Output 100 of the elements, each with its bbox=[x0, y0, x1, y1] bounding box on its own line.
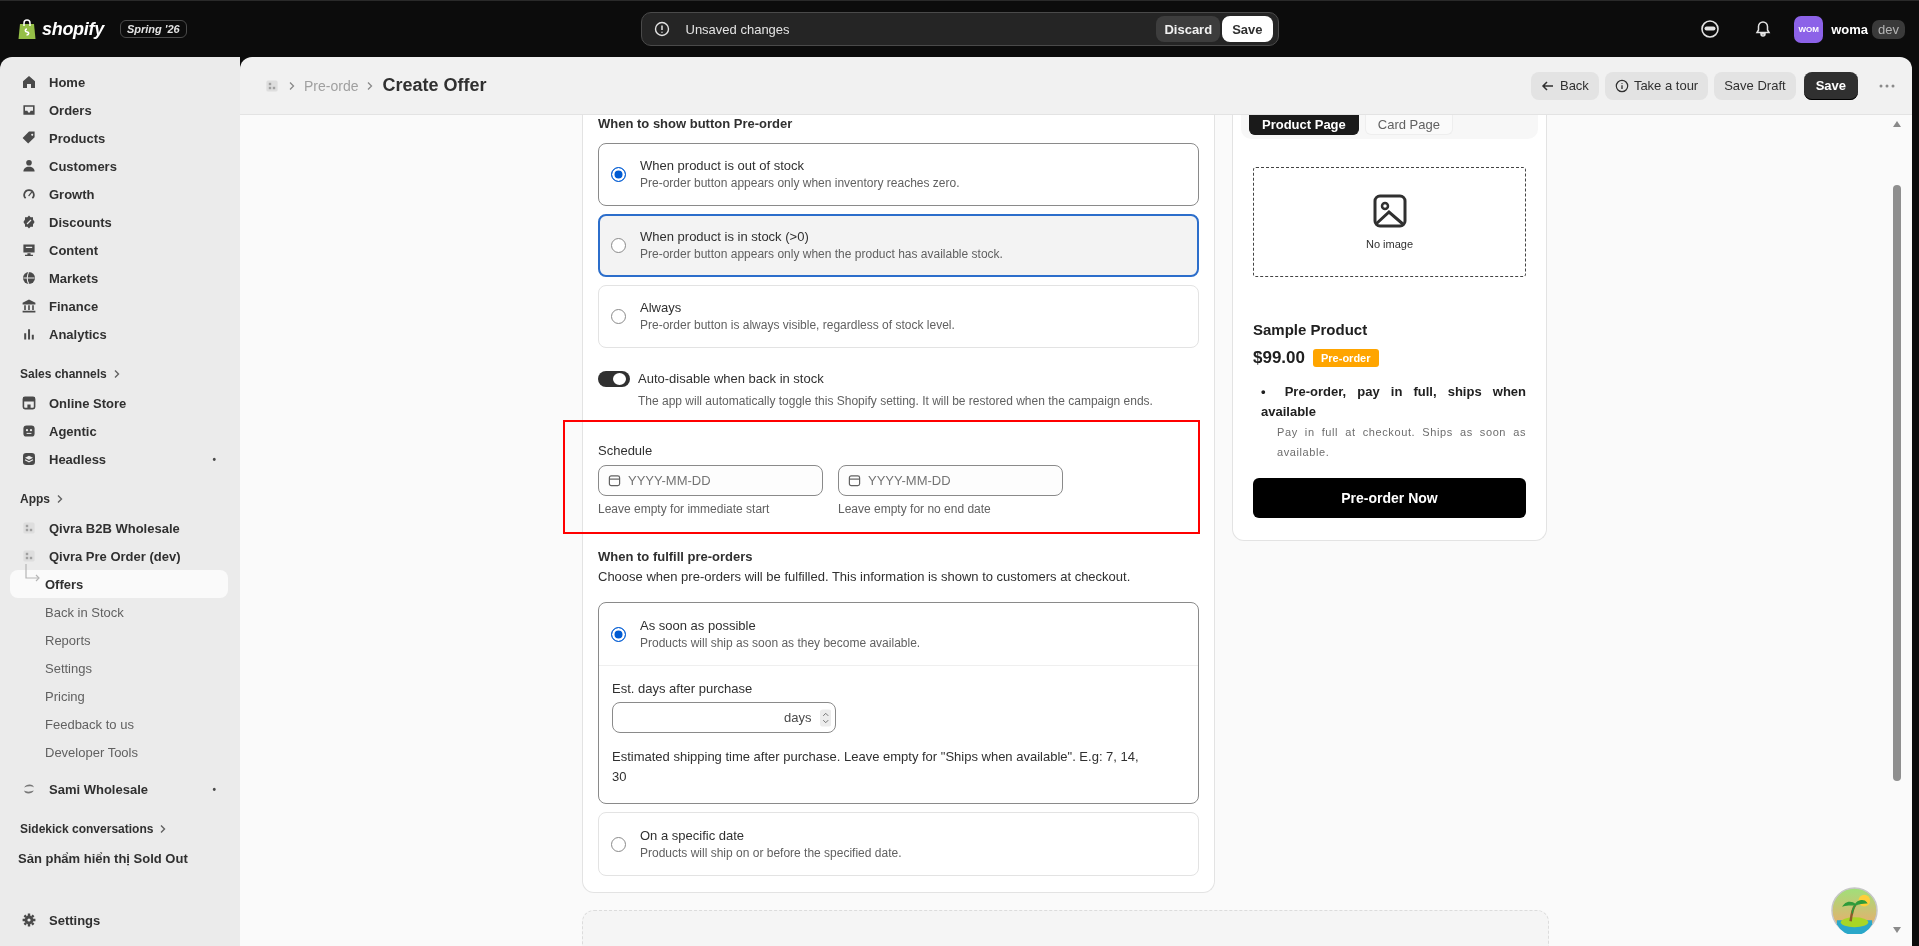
option-card[interactable]: Always Pre-order button is always visible, regardless of stock level. bbox=[598, 285, 1199, 348]
store-name[interactable]: woma bbox=[1831, 21, 1869, 37]
date-field[interactable]: YYYY-MM-DD bbox=[598, 465, 823, 496]
nav-item[interactable]: Offers bbox=[10, 570, 228, 598]
logo[interactable]: shopify bbox=[42, 18, 104, 40]
notice-text: Unsaved changes bbox=[685, 21, 791, 37]
product-price: $99.00 bbox=[1253, 348, 1305, 368]
island-icon[interactable] bbox=[1831, 887, 1878, 934]
discount-icon bbox=[21, 214, 37, 230]
pre-order-button[interactable]: Pre-order Now bbox=[1253, 478, 1526, 518]
app-icon bbox=[21, 520, 37, 536]
nav-item[interactable]: Developer Tools bbox=[10, 738, 228, 766]
layers-icon bbox=[21, 451, 37, 467]
option-card[interactable]: On a specific date Products will ship on or before the specified date. bbox=[598, 812, 1199, 876]
monitor-icon bbox=[21, 242, 37, 258]
radio-button[interactable] bbox=[611, 309, 626, 324]
bell-icon[interactable] bbox=[1754, 20, 1773, 38]
nav-item[interactable]: Feedback to us bbox=[10, 710, 228, 738]
tour-button[interactable]: Take a tour bbox=[1604, 71, 1709, 100]
nav-item[interactable]: Markets bbox=[10, 264, 228, 292]
home-icon bbox=[21, 74, 37, 90]
chevron-icon bbox=[288, 80, 296, 91]
option-title: As soon as possible bbox=[640, 616, 757, 635]
nav-item[interactable]: Analytics bbox=[10, 320, 228, 348]
nav-item[interactable]: Pricing bbox=[10, 682, 228, 710]
plan-title: • Pre-order, pay in full, ships when available bbox=[1261, 383, 1526, 421]
environment-badge: dev bbox=[1872, 19, 1905, 39]
option-card[interactable]: As soon as possible Products will ship as soon as they become available. Est. days after purchase days Estimated shipping time after purchase. Leave empty for "Ships when available". E.g: 7, 14, 30 bbox=[598, 602, 1199, 804]
chevron-icon bbox=[366, 80, 375, 91]
plan-note: Pay in full at checkout. Ships as soon as available. bbox=[1276, 425, 1526, 460]
edition-badge: Spring '26 bbox=[119, 20, 187, 38]
field-hint: Leave empty for immediate start bbox=[598, 502, 771, 516]
nav-item[interactable]: Sami Wholesale • bbox=[10, 775, 228, 803]
store-icon bbox=[21, 395, 37, 411]
back-button[interactable]: Back bbox=[1530, 71, 1599, 100]
section-title: When to fulfill pre-orders bbox=[598, 548, 754, 566]
radio-button[interactable] bbox=[611, 238, 626, 253]
field-hint: Leave empty for no end date bbox=[838, 502, 992, 516]
tag-icon bbox=[21, 130, 37, 146]
product-name: Sample Product bbox=[1253, 321, 1369, 338]
radio-button[interactable] bbox=[611, 626, 626, 642]
settings-link[interactable]: Settings bbox=[10, 906, 228, 934]
toggle-label: Auto-disable when back in stock bbox=[638, 370, 825, 388]
globe-icon bbox=[21, 270, 37, 286]
save-button[interactable]: Save bbox=[1222, 16, 1273, 42]
option-title: On a specific date bbox=[640, 826, 746, 845]
nav-item[interactable]: Customers bbox=[10, 152, 228, 180]
toggle-switch[interactable] bbox=[598, 371, 630, 387]
nav-item[interactable]: Sản phẩm hiển thị Sold Out bbox=[10, 844, 228, 872]
date-field[interactable]: YYYY-MM-DD bbox=[838, 465, 1063, 496]
placeholder-text: No image bbox=[1365, 238, 1414, 250]
bar-chart-icon bbox=[21, 326, 37, 342]
section-heading[interactable]: Sidekick conversations bbox=[0, 817, 168, 841]
chevron-icon bbox=[112, 369, 121, 379]
nav-item[interactable]: Content bbox=[10, 236, 228, 264]
option-description: Pre-order button appears only when inventory reaches zero. bbox=[640, 175, 960, 192]
app-icon[interactable] bbox=[264, 77, 280, 94]
section-heading[interactable]: Sales channels bbox=[0, 362, 121, 386]
nav-item[interactable]: Headless • bbox=[10, 445, 228, 473]
section-description: Choose when pre-orders will be fulfilled. This information is shown to customers at checkout. bbox=[598, 568, 1132, 586]
tab[interactable]: Card Page bbox=[1364, 115, 1453, 135]
nav-item[interactable]: Home bbox=[10, 68, 228, 96]
nav-item[interactable]: Agentic bbox=[10, 417, 228, 445]
radio-button[interactable] bbox=[611, 836, 626, 852]
days-input[interactable]: days bbox=[612, 702, 836, 733]
nav-item[interactable]: Back in Stock bbox=[10, 598, 228, 626]
option-description: Products will ship as soon as they become available. bbox=[640, 634, 921, 652]
bot-icon bbox=[21, 423, 37, 439]
nav-item[interactable]: Qivra B2B Wholesale bbox=[10, 514, 228, 542]
nav-item[interactable]: Orders bbox=[10, 96, 228, 124]
nav-item[interactable]: Settings bbox=[10, 654, 228, 682]
chevron-icon bbox=[56, 494, 64, 504]
discard-button[interactable]: Discard bbox=[1156, 16, 1221, 42]
nav-item[interactable]: Growth bbox=[10, 180, 228, 208]
toggle-description: The app will automatically toggle this Shopify setting. It will be restored when the campaign ends. bbox=[638, 393, 1153, 410]
settings-icon bbox=[21, 912, 37, 928]
tab[interactable]: Product Page bbox=[1249, 115, 1359, 135]
more-icon[interactable] bbox=[1878, 82, 1896, 89]
option-description: Pre-order button appears only when the product has available stock. bbox=[640, 246, 1003, 263]
section-heading[interactable]: Apps bbox=[0, 487, 64, 511]
nav-item[interactable]: Qivra Pre Order (dev) bbox=[10, 542, 228, 570]
option-description: Products will ship on or before the specified date. bbox=[640, 844, 902, 862]
option-title: When product is out of stock bbox=[640, 157, 806, 175]
draft-button[interactable]: Save Draft bbox=[1714, 71, 1796, 100]
nav-item[interactable]: Products bbox=[10, 124, 228, 152]
store-avatar[interactable]: WOM bbox=[1794, 15, 1824, 43]
nav-item[interactable]: Online Store bbox=[10, 389, 228, 417]
person-icon bbox=[21, 158, 37, 174]
field-help: Estimated shipping time after purchase. Leave empty for "Ships when available". E.g: 7, 14, 30 bbox=[612, 748, 1140, 786]
field-label: Schedule bbox=[598, 442, 654, 460]
nav-item[interactable]: Discounts bbox=[10, 208, 228, 236]
option-card[interactable]: When product is in stock (>0) Pre-order button appears only when the product has available stock. bbox=[598, 214, 1199, 277]
radio-button[interactable] bbox=[611, 167, 626, 182]
nav-item[interactable]: Reports bbox=[10, 626, 228, 654]
nav-item[interactable]: Finance bbox=[10, 292, 228, 320]
save-button[interactable]: Save bbox=[1803, 71, 1858, 100]
option-description: Pre-order button is always visible, regardless of stock level. bbox=[640, 317, 955, 334]
calendar-icon bbox=[608, 474, 621, 487]
bank-icon bbox=[21, 298, 37, 314]
option-card[interactable]: When product is out of stock Pre-order button appears only when inventory reaches zero. bbox=[598, 143, 1199, 206]
